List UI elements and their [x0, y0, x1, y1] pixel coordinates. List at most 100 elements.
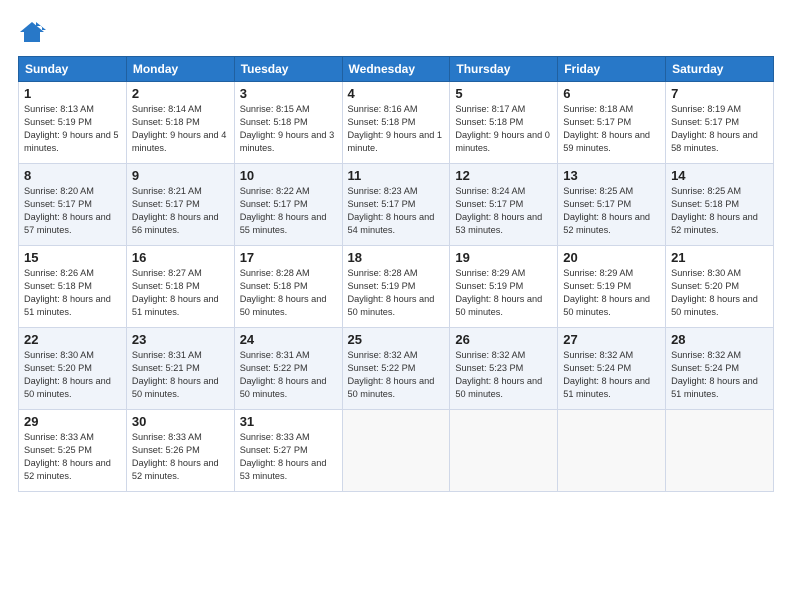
calendar-day-header: Tuesday	[234, 57, 342, 82]
day-info: Sunrise: 8:14 AMSunset: 5:18 PMDaylight:…	[132, 104, 227, 153]
calendar-cell: 28 Sunrise: 8:32 AMSunset: 5:24 PMDaylig…	[666, 328, 774, 410]
calendar-cell: 25 Sunrise: 8:32 AMSunset: 5:22 PMDaylig…	[342, 328, 450, 410]
day-number: 22	[24, 332, 121, 347]
calendar-table: SundayMondayTuesdayWednesdayThursdayFrid…	[18, 56, 774, 492]
calendar-day-header: Thursday	[450, 57, 558, 82]
calendar-cell: 31 Sunrise: 8:33 AMSunset: 5:27 PMDaylig…	[234, 410, 342, 492]
day-number: 4	[348, 86, 445, 101]
day-info: Sunrise: 8:29 AMSunset: 5:19 PMDaylight:…	[563, 268, 650, 317]
calendar-cell: 10 Sunrise: 8:22 AMSunset: 5:17 PMDaylig…	[234, 164, 342, 246]
calendar-cell: 1 Sunrise: 8:13 AMSunset: 5:19 PMDayligh…	[19, 82, 127, 164]
day-number: 7	[671, 86, 768, 101]
day-info: Sunrise: 8:28 AMSunset: 5:18 PMDaylight:…	[240, 268, 327, 317]
day-number: 20	[563, 250, 660, 265]
day-info: Sunrise: 8:28 AMSunset: 5:19 PMDaylight:…	[348, 268, 435, 317]
calendar-cell: 8 Sunrise: 8:20 AMSunset: 5:17 PMDayligh…	[19, 164, 127, 246]
day-number: 14	[671, 168, 768, 183]
calendar-cell: 6 Sunrise: 8:18 AMSunset: 5:17 PMDayligh…	[558, 82, 666, 164]
calendar-cell: 20 Sunrise: 8:29 AMSunset: 5:19 PMDaylig…	[558, 246, 666, 328]
day-info: Sunrise: 8:16 AMSunset: 5:18 PMDaylight:…	[348, 104, 443, 153]
calendar-cell: 29 Sunrise: 8:33 AMSunset: 5:25 PMDaylig…	[19, 410, 127, 492]
day-info: Sunrise: 8:32 AMSunset: 5:24 PMDaylight:…	[671, 350, 758, 399]
day-number: 21	[671, 250, 768, 265]
calendar-cell: 14 Sunrise: 8:25 AMSunset: 5:18 PMDaylig…	[666, 164, 774, 246]
calendar-cell: 2 Sunrise: 8:14 AMSunset: 5:18 PMDayligh…	[126, 82, 234, 164]
calendar-week-row: 15 Sunrise: 8:26 AMSunset: 5:18 PMDaylig…	[19, 246, 774, 328]
calendar-cell: 12 Sunrise: 8:24 AMSunset: 5:17 PMDaylig…	[450, 164, 558, 246]
calendar-cell: 17 Sunrise: 8:28 AMSunset: 5:18 PMDaylig…	[234, 246, 342, 328]
day-info: Sunrise: 8:19 AMSunset: 5:17 PMDaylight:…	[671, 104, 758, 153]
day-number: 26	[455, 332, 552, 347]
day-info: Sunrise: 8:21 AMSunset: 5:17 PMDaylight:…	[132, 186, 219, 235]
day-info: Sunrise: 8:31 AMSunset: 5:22 PMDaylight:…	[240, 350, 327, 399]
calendar-cell: 9 Sunrise: 8:21 AMSunset: 5:17 PMDayligh…	[126, 164, 234, 246]
day-info: Sunrise: 8:22 AMSunset: 5:17 PMDaylight:…	[240, 186, 327, 235]
day-info: Sunrise: 8:27 AMSunset: 5:18 PMDaylight:…	[132, 268, 219, 317]
calendar-day-header: Monday	[126, 57, 234, 82]
calendar-cell: 27 Sunrise: 8:32 AMSunset: 5:24 PMDaylig…	[558, 328, 666, 410]
day-info: Sunrise: 8:30 AMSunset: 5:20 PMDaylight:…	[671, 268, 758, 317]
calendar-day-header: Wednesday	[342, 57, 450, 82]
day-info: Sunrise: 8:32 AMSunset: 5:24 PMDaylight:…	[563, 350, 650, 399]
day-number: 10	[240, 168, 337, 183]
day-info: Sunrise: 8:26 AMSunset: 5:18 PMDaylight:…	[24, 268, 111, 317]
calendar-cell: 5 Sunrise: 8:17 AMSunset: 5:18 PMDayligh…	[450, 82, 558, 164]
day-number: 17	[240, 250, 337, 265]
day-number: 5	[455, 86, 552, 101]
calendar-cell: 24 Sunrise: 8:31 AMSunset: 5:22 PMDaylig…	[234, 328, 342, 410]
day-info: Sunrise: 8:24 AMSunset: 5:17 PMDaylight:…	[455, 186, 542, 235]
day-number: 25	[348, 332, 445, 347]
calendar-week-row: 22 Sunrise: 8:30 AMSunset: 5:20 PMDaylig…	[19, 328, 774, 410]
day-number: 15	[24, 250, 121, 265]
logo	[18, 18, 50, 46]
day-number: 29	[24, 414, 121, 429]
calendar-cell	[666, 410, 774, 492]
day-number: 28	[671, 332, 768, 347]
day-info: Sunrise: 8:33 AMSunset: 5:25 PMDaylight:…	[24, 432, 111, 481]
day-number: 23	[132, 332, 229, 347]
calendar-cell: 13 Sunrise: 8:25 AMSunset: 5:17 PMDaylig…	[558, 164, 666, 246]
calendar-cell: 22 Sunrise: 8:30 AMSunset: 5:20 PMDaylig…	[19, 328, 127, 410]
day-info: Sunrise: 8:30 AMSunset: 5:20 PMDaylight:…	[24, 350, 111, 399]
day-info: Sunrise: 8:33 AMSunset: 5:26 PMDaylight:…	[132, 432, 219, 481]
day-info: Sunrise: 8:13 AMSunset: 5:19 PMDaylight:…	[24, 104, 119, 153]
logo-icon	[18, 18, 46, 46]
day-number: 18	[348, 250, 445, 265]
day-number: 3	[240, 86, 337, 101]
header	[18, 18, 774, 46]
day-info: Sunrise: 8:29 AMSunset: 5:19 PMDaylight:…	[455, 268, 542, 317]
day-number: 24	[240, 332, 337, 347]
day-number: 9	[132, 168, 229, 183]
calendar-day-header: Saturday	[666, 57, 774, 82]
calendar-cell: 21 Sunrise: 8:30 AMSunset: 5:20 PMDaylig…	[666, 246, 774, 328]
day-number: 6	[563, 86, 660, 101]
day-number: 30	[132, 414, 229, 429]
day-info: Sunrise: 8:32 AMSunset: 5:23 PMDaylight:…	[455, 350, 542, 399]
calendar-cell	[558, 410, 666, 492]
calendar-day-header: Sunday	[19, 57, 127, 82]
day-info: Sunrise: 8:17 AMSunset: 5:18 PMDaylight:…	[455, 104, 550, 153]
calendar-cell: 4 Sunrise: 8:16 AMSunset: 5:18 PMDayligh…	[342, 82, 450, 164]
day-info: Sunrise: 8:32 AMSunset: 5:22 PMDaylight:…	[348, 350, 435, 399]
calendar-week-row: 1 Sunrise: 8:13 AMSunset: 5:19 PMDayligh…	[19, 82, 774, 164]
day-info: Sunrise: 8:23 AMSunset: 5:17 PMDaylight:…	[348, 186, 435, 235]
page: SundayMondayTuesdayWednesdayThursdayFrid…	[0, 0, 792, 612]
calendar-cell: 3 Sunrise: 8:15 AMSunset: 5:18 PMDayligh…	[234, 82, 342, 164]
day-info: Sunrise: 8:15 AMSunset: 5:18 PMDaylight:…	[240, 104, 335, 153]
day-info: Sunrise: 8:33 AMSunset: 5:27 PMDaylight:…	[240, 432, 327, 481]
calendar-cell: 30 Sunrise: 8:33 AMSunset: 5:26 PMDaylig…	[126, 410, 234, 492]
calendar-week-row: 8 Sunrise: 8:20 AMSunset: 5:17 PMDayligh…	[19, 164, 774, 246]
day-number: 11	[348, 168, 445, 183]
day-info: Sunrise: 8:18 AMSunset: 5:17 PMDaylight:…	[563, 104, 650, 153]
calendar-cell: 23 Sunrise: 8:31 AMSunset: 5:21 PMDaylig…	[126, 328, 234, 410]
calendar-cell: 26 Sunrise: 8:32 AMSunset: 5:23 PMDaylig…	[450, 328, 558, 410]
calendar-week-row: 29 Sunrise: 8:33 AMSunset: 5:25 PMDaylig…	[19, 410, 774, 492]
calendar-cell	[450, 410, 558, 492]
calendar-cell: 19 Sunrise: 8:29 AMSunset: 5:19 PMDaylig…	[450, 246, 558, 328]
day-number: 31	[240, 414, 337, 429]
day-number: 27	[563, 332, 660, 347]
calendar-cell: 7 Sunrise: 8:19 AMSunset: 5:17 PMDayligh…	[666, 82, 774, 164]
day-number: 12	[455, 168, 552, 183]
calendar-header-row: SundayMondayTuesdayWednesdayThursdayFrid…	[19, 57, 774, 82]
calendar-cell	[342, 410, 450, 492]
